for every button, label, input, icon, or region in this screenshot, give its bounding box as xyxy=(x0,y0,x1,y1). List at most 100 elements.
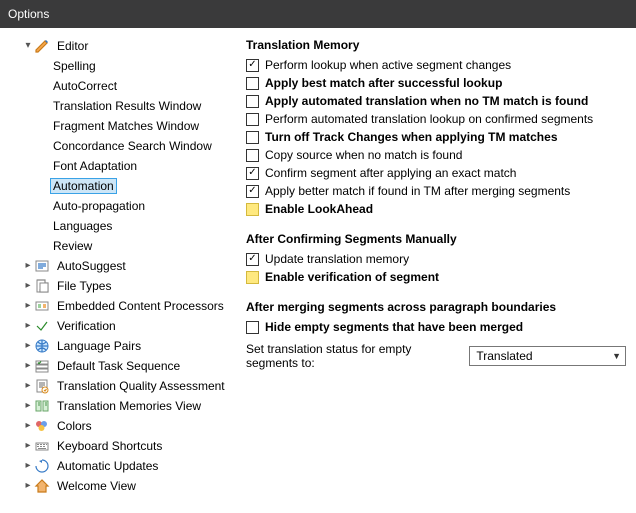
option-label: Update translation memory xyxy=(265,252,409,266)
chevron-right-icon[interactable]: ▸ xyxy=(22,321,34,331)
tree-item-tmv[interactable]: ▸ Translation Memories View xyxy=(4,396,238,416)
checkbox[interactable] xyxy=(246,59,259,72)
option-hideempty[interactable]: Hide empty segments that have been merge… xyxy=(246,320,626,334)
checkbox[interactable] xyxy=(246,113,259,126)
tree-item-editor[interactable]: ▾Editor xyxy=(4,36,238,56)
tree-item-fontadapt[interactable]: ▸Font Adaptation xyxy=(4,156,238,176)
tree-item-autoupd[interactable]: ▸Automatic Updates xyxy=(4,456,238,476)
option-autolookup[interactable]: Perform automated translation lookup on … xyxy=(246,112,626,126)
verify-icon xyxy=(34,318,50,334)
tree-item-label: Fragment Matches Window xyxy=(50,118,202,134)
tree-item-label: Spelling xyxy=(50,58,99,74)
tree-item-filetypes[interactable]: ▸File Types xyxy=(4,276,238,296)
tree-item-automation[interactable]: ▸Automation xyxy=(4,176,238,196)
option-bestmatch[interactable]: Apply best match after successful lookup xyxy=(246,76,626,90)
tree-item-label: Default Task Sequence xyxy=(54,358,183,374)
tree-item-label: AutoSuggest xyxy=(54,258,129,274)
chevron-down-icon[interactable]: ▾ xyxy=(22,41,34,51)
tree-item-tqa[interactable]: ▸ Translation Quality Assessment xyxy=(4,376,238,396)
tree-item-languages[interactable]: ▸Languages xyxy=(4,216,238,236)
option-autotrans[interactable]: Apply automated translation when no TM m… xyxy=(246,94,626,108)
chevron-right-icon[interactable]: ▸ xyxy=(22,421,34,431)
chevron-right-icon[interactable]: ▸ xyxy=(22,441,34,451)
colors-icon xyxy=(34,418,50,434)
chevron-right-icon[interactable]: ▸ xyxy=(22,261,34,271)
pencil-icon xyxy=(34,38,50,54)
chevron-right-icon[interactable]: ▸ xyxy=(22,361,34,371)
section-title: After Confirming Segments Manually xyxy=(246,232,626,246)
checkbox[interactable] xyxy=(246,131,259,144)
option-lookahead[interactable]: Enable LookAhead xyxy=(246,202,626,216)
tree-item-label: Font Adaptation xyxy=(50,158,140,174)
chevron-right-icon[interactable]: ▸ xyxy=(22,341,34,351)
option-label: Perform lookup when active segment chang… xyxy=(265,58,511,72)
option-label: Copy source when no match is found xyxy=(265,148,462,162)
option-copysource[interactable]: Copy source when no match is found xyxy=(246,148,626,162)
titlebar: Options xyxy=(0,0,636,28)
option-label: Enable LookAhead xyxy=(265,202,373,216)
checkbox[interactable] xyxy=(246,203,259,216)
tree-item-label: Translation Results Window xyxy=(50,98,204,114)
langpairs-icon xyxy=(34,338,50,354)
option-lookup[interactable]: Perform lookup when active segment chang… xyxy=(246,58,626,72)
status-combobox[interactable]: Translated ▼ xyxy=(469,346,626,366)
checkbox[interactable] xyxy=(246,185,259,198)
tree-item-csw[interactable]: ▸Concordance Search Window xyxy=(4,136,238,156)
checkbox[interactable] xyxy=(246,271,259,284)
combo-value: Translated xyxy=(476,349,532,363)
settings-panel: Translation MemoryPerform lookup when ac… xyxy=(238,28,636,513)
option-turnofftc[interactable]: Turn off Track Changes when applying TM … xyxy=(246,130,626,144)
chevron-right-icon[interactable]: ▸ xyxy=(22,381,34,391)
tree-item-label: Colors xyxy=(54,418,95,434)
tree-item-label: Automation xyxy=(50,178,117,194)
chevron-right-icon[interactable]: ▸ xyxy=(22,301,34,311)
tree-item-colors[interactable]: ▸ Colors xyxy=(4,416,238,436)
section-title: After merging segments across paragraph … xyxy=(246,300,626,314)
tree-item-label: AutoCorrect xyxy=(50,78,120,94)
tree-item-trw[interactable]: ▸Translation Results Window xyxy=(4,96,238,116)
checkbox[interactable] xyxy=(246,77,259,90)
tree-item-label: Verification xyxy=(54,318,119,334)
tree-item-label: Languages xyxy=(50,218,115,234)
chevron-right-icon[interactable]: ▸ xyxy=(22,281,34,291)
nav-tree[interactable]: ▾Editor▸Spelling▸AutoCorrect▸Translation… xyxy=(0,28,238,513)
filetypes-icon xyxy=(34,278,50,294)
tree-item-autoprop[interactable]: ▸Auto-propagation xyxy=(4,196,238,216)
tree-item-fmw[interactable]: ▸Fragment Matches Window xyxy=(4,116,238,136)
checkbox[interactable] xyxy=(246,95,259,108)
option-confirmexact[interactable]: Confirm segment after applying an exact … xyxy=(246,166,626,180)
tree-item-dts[interactable]: ▸ Default Task Sequence xyxy=(4,356,238,376)
home-icon xyxy=(34,478,50,494)
checkbox[interactable] xyxy=(246,321,259,334)
tree-item-ecp[interactable]: ▸Embedded Content Processors xyxy=(4,296,238,316)
dts-icon xyxy=(34,358,50,374)
tree-item-label: Translation Quality Assessment xyxy=(54,378,228,394)
tree-item-autocorrect[interactable]: ▸AutoCorrect xyxy=(4,76,238,96)
chevron-down-icon: ▼ xyxy=(612,351,621,361)
tree-item-label: Translation Memories View xyxy=(54,398,204,414)
keyboard-icon xyxy=(34,438,50,454)
tree-item-verify[interactable]: ▸ Verification xyxy=(4,316,238,336)
tree-item-label: Language Pairs xyxy=(54,338,144,354)
combo-row: Set translation status for empty segment… xyxy=(246,342,626,370)
option-label: Hide empty segments that have been merge… xyxy=(265,320,523,334)
tree-item-review[interactable]: ▸Review xyxy=(4,236,238,256)
tree-item-autosuggest[interactable]: ▸ AutoSuggest xyxy=(4,256,238,276)
tree-item-spelling[interactable]: ▸Spelling xyxy=(4,56,238,76)
checkbox[interactable] xyxy=(246,167,259,180)
tree-item-kbshort[interactable]: ▸Keyboard Shortcuts xyxy=(4,436,238,456)
checkbox[interactable] xyxy=(246,253,259,266)
option-enableverif[interactable]: Enable verification of segment xyxy=(246,270,626,284)
chevron-right-icon[interactable]: ▸ xyxy=(22,461,34,471)
chevron-right-icon[interactable]: ▸ xyxy=(22,401,34,411)
ecp-icon xyxy=(34,298,50,314)
option-updatetm[interactable]: Update translation memory xyxy=(246,252,626,266)
option-label: Apply best match after successful lookup xyxy=(265,76,502,90)
checkbox[interactable] xyxy=(246,149,259,162)
option-bettermatch[interactable]: Apply better match if found in TM after … xyxy=(246,184,626,198)
tree-item-langpairs[interactable]: ▸ Language Pairs xyxy=(4,336,238,356)
tree-item-welcome[interactable]: ▸Welcome View xyxy=(4,476,238,496)
combo-label: Set translation status for empty segment… xyxy=(246,342,463,370)
tree-item-label: Concordance Search Window xyxy=(50,138,215,154)
chevron-right-icon[interactable]: ▸ xyxy=(22,481,34,491)
